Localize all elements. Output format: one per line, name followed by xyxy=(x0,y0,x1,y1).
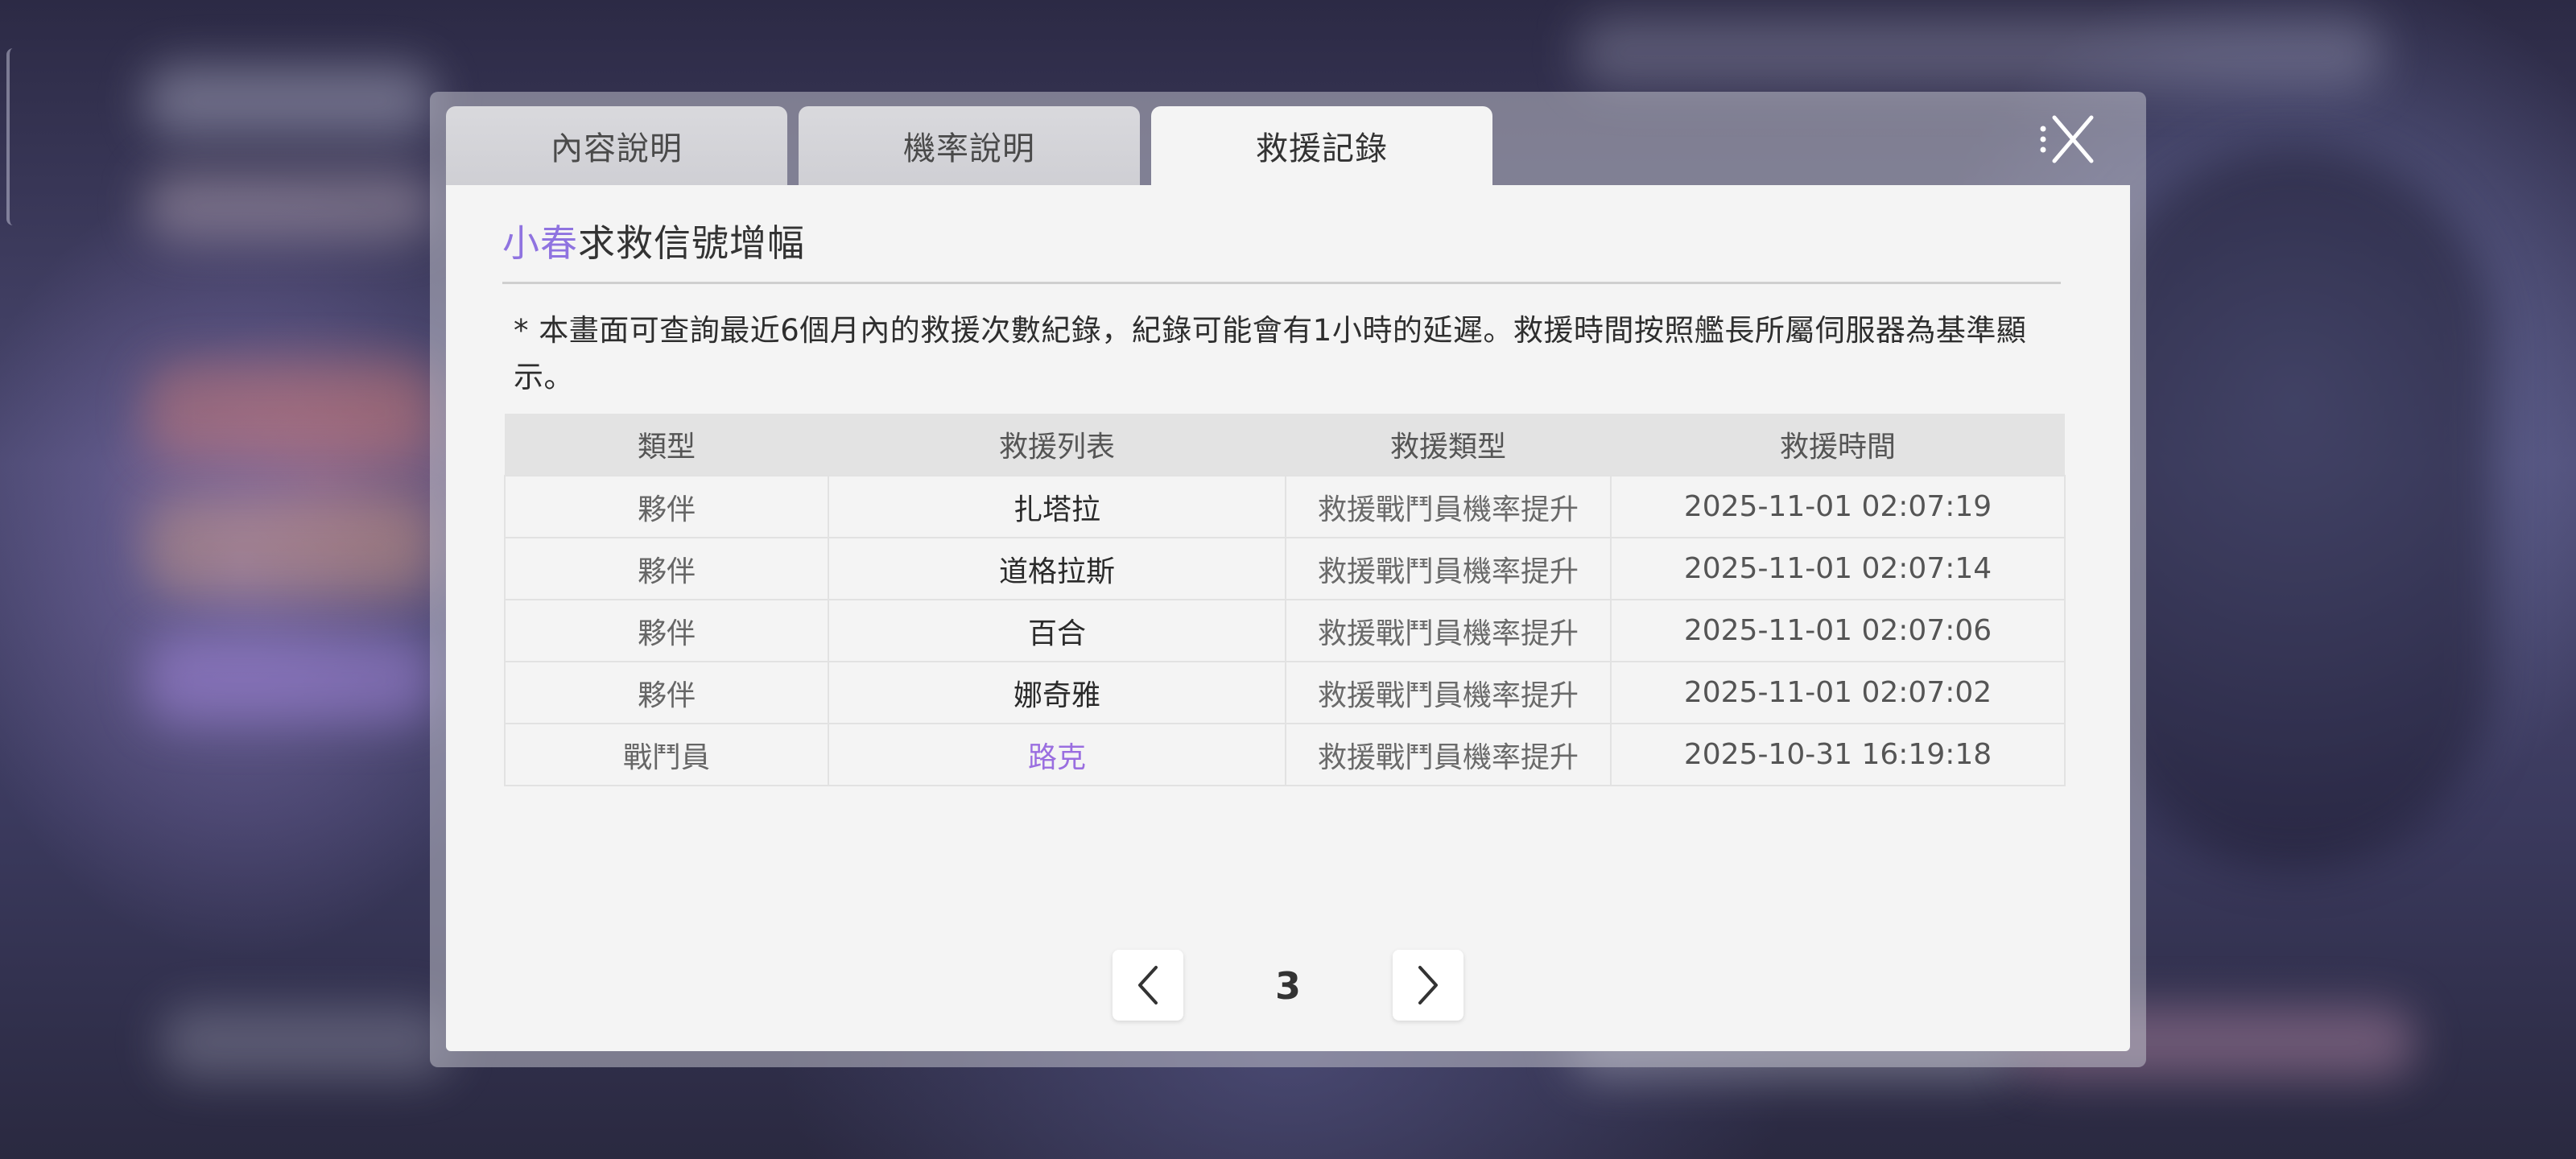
cell-type: 夥伴 xyxy=(504,599,829,662)
title-highlight-name: 小春 xyxy=(502,221,578,265)
previous-page-button[interactable] xyxy=(1113,950,1183,1021)
cell-type: 戰鬥員 xyxy=(504,723,829,786)
page-title: 小春求救信號增幅 xyxy=(502,214,805,267)
cell-name: 百合 xyxy=(828,599,1286,662)
cell-rescue-type: 救援戰鬥員機率提升 xyxy=(1285,475,1612,538)
rescue-records-table: 類型 救援列表 救援類型 救援時間 夥伴 扎塔拉 救援戰鬥員機率提升 2025-… xyxy=(504,414,2066,786)
table-header-row: 類型 救援列表 救援類型 救援時間 xyxy=(505,414,2065,476)
screen-edge-decoration xyxy=(6,48,14,225)
cell-name: 娜奇雅 xyxy=(828,661,1286,724)
cell-time: 2025-10-31 16:19:18 xyxy=(1610,723,2066,786)
close-icon xyxy=(2040,115,2094,163)
chevron-right-icon xyxy=(1418,966,1438,1004)
cell-rescue-type: 救援戰鬥員機率提升 xyxy=(1285,661,1612,724)
table-row: 夥伴 扎塔拉 救援戰鬥員機率提升 2025-11-01 02:07:19 xyxy=(504,475,2066,538)
cell-time: 2025-11-01 02:07:19 xyxy=(1610,475,2066,538)
cell-time: 2025-11-01 02:07:06 xyxy=(1610,599,2066,662)
cell-type: 夥伴 xyxy=(504,537,829,600)
background-shape xyxy=(145,636,435,724)
table-row: 夥伴 百合 救援戰鬥員機率提升 2025-11-01 02:07:06 xyxy=(504,599,2066,662)
title-divider xyxy=(502,282,2061,284)
cell-time: 2025-11-01 02:07:02 xyxy=(1610,661,2066,724)
table-row: 夥伴 娜奇雅 救援戰鬥員機率提升 2025-11-01 02:07:02 xyxy=(504,661,2066,724)
records-notice: * 本畫面可查詢最近6個月內的救援次數紀錄，紀錄可能會有1小時的延遲。救援時間按… xyxy=(514,313,2027,394)
background-shape xyxy=(1578,16,2383,89)
background-shape xyxy=(145,362,435,459)
tab-content-description[interactable]: 內容說明 xyxy=(446,106,787,185)
background-shape xyxy=(145,499,435,596)
cell-name: 路克 xyxy=(828,723,1286,786)
background-shape xyxy=(145,169,435,241)
title-text: 求救信號增幅 xyxy=(578,221,805,265)
cell-rescue-type: 救援戰鬥員機率提升 xyxy=(1285,723,1612,786)
column-header-rescue-time: 救援時間 xyxy=(1611,414,2065,476)
table-row: 戰鬥員 路克 救援戰鬥員機率提升 2025-10-31 16:19:18 xyxy=(504,723,2066,786)
table-row: 夥伴 道格拉斯 救援戰鬥員機率提升 2025-11-01 02:07:14 xyxy=(504,537,2066,600)
tab-rescue-records[interactable]: 救援記錄 xyxy=(1151,106,1492,185)
current-page-number: 3 xyxy=(1274,964,1301,1008)
tab-probability-description[interactable]: 機率說明 xyxy=(799,106,1140,185)
column-header-type: 類型 xyxy=(505,414,828,476)
cell-rescue-type: 救援戰鬥員機率提升 xyxy=(1285,537,1612,600)
cell-type: 夥伴 xyxy=(504,661,829,724)
background-shape xyxy=(145,64,435,137)
next-page-button[interactable] xyxy=(1393,950,1463,1021)
cell-time: 2025-11-01 02:07:14 xyxy=(1610,537,2066,600)
cell-type: 夥伴 xyxy=(504,475,829,538)
close-button[interactable] xyxy=(2035,111,2099,167)
cell-name: 道格拉斯 xyxy=(828,537,1286,600)
cell-name: 扎塔拉 xyxy=(828,475,1286,538)
cell-rescue-type: 救援戰鬥員機率提升 xyxy=(1285,599,1612,662)
column-header-rescue-list: 救援列表 xyxy=(828,414,1286,476)
background-shape xyxy=(2093,145,2496,869)
background-shape xyxy=(161,1006,451,1079)
chevron-left-icon xyxy=(1138,966,1158,1004)
column-header-rescue-type: 救援類型 xyxy=(1286,414,1611,476)
